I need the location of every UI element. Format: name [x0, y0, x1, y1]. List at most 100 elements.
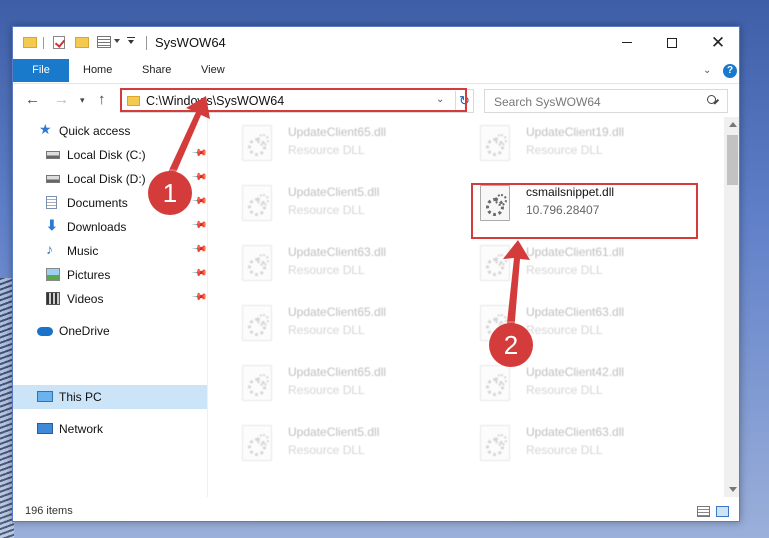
sidebar-item-label: Videos: [67, 292, 104, 306]
help-icon[interactable]: ?: [723, 64, 737, 78]
pin-icon[interactable]: 📌: [191, 265, 208, 282]
title-divider: [146, 36, 147, 50]
pane-divider: [207, 117, 208, 497]
sidebar-item-onedrive[interactable]: OneDrive: [13, 319, 207, 343]
close-button[interactable]: ✕: [695, 27, 739, 59]
tab-home[interactable]: Home: [83, 59, 112, 82]
file-item[interactable]: UpdateClient19.dll Resource DLL: [462, 117, 682, 177]
search-input[interactable]: Search SysWOW64: [484, 89, 728, 113]
dll-file-icon: [242, 365, 272, 401]
step-2-marker: 2: [489, 323, 533, 367]
search-icon[interactable]: [707, 95, 716, 104]
file-name: UpdateClient65.dll: [288, 305, 387, 319]
pin-icon[interactable]: 📌: [191, 169, 208, 186]
dll-file-icon: [480, 125, 510, 161]
file-description: Resource DLL: [526, 383, 603, 397]
star-icon: ★: [39, 121, 52, 137]
file-description: Resource DLL: [288, 383, 365, 397]
pictures-icon: [46, 268, 60, 281]
sidebar-item-this-pc[interactable]: This PC: [13, 385, 207, 409]
vertical-scrollbar[interactable]: [724, 117, 739, 497]
minimize-icon: [622, 42, 632, 44]
properties-icon[interactable]: [97, 36, 111, 48]
sidebar-item-label: Local Disk (D:): [67, 172, 146, 186]
sidebar-item-pictures[interactable]: Pictures 📌: [13, 263, 208, 287]
new-folder-icon[interactable]: [75, 37, 89, 48]
file-description: Resource DLL: [288, 143, 365, 157]
file-item[interactable]: UpdateClient63.dll Resource DLL: [462, 417, 682, 477]
explorer-window: SysWOW64 ✕ File Home Share View ⌄ ? ← → …: [12, 26, 740, 522]
dll-file-icon: [242, 245, 272, 281]
back-arrow-icon[interactable]: ←: [25, 91, 40, 108]
pin-icon[interactable]: 📌: [191, 241, 208, 258]
recent-locations-icon[interactable]: ▾: [80, 95, 85, 106]
maximize-button[interactable]: [649, 27, 695, 59]
tab-share[interactable]: Share: [142, 59, 171, 82]
sidebar-item-quick-access[interactable]: ★ Quick access: [13, 119, 207, 143]
cloud-icon: [37, 327, 53, 336]
file-name: UpdateClient65.dll: [288, 365, 387, 379]
computer-icon: [37, 391, 53, 402]
file-item[interactable]: UpdateClient5.dll Resource DLL: [224, 177, 444, 237]
file-item[interactable]: UpdateClient65.dll Resource DLL: [224, 357, 444, 417]
file-description: Resource DLL: [288, 263, 365, 277]
music-icon: ♪: [46, 241, 53, 257]
dll-file-icon: [242, 125, 272, 161]
pin-icon[interactable]: 📌: [191, 193, 208, 210]
dll-file-icon: [480, 425, 510, 461]
tab-view[interactable]: View: [201, 59, 225, 82]
file-item[interactable]: UpdateClient42.dll Resource DLL: [462, 357, 682, 417]
sidebar-item-label: Pictures: [67, 268, 111, 282]
address-highlight-box: [120, 88, 467, 112]
dll-file-icon: [242, 185, 272, 221]
sidebar-item-network[interactable]: Network: [13, 417, 207, 441]
sidebar-item-videos[interactable]: Videos 📌: [13, 287, 208, 311]
sidebar-item-label: Music: [67, 244, 99, 258]
scroll-up-icon[interactable]: [729, 122, 737, 127]
file-name: UpdateClient5.dll: [288, 425, 380, 439]
large-icons-view-icon[interactable]: [716, 506, 729, 517]
network-icon: [37, 423, 53, 434]
file-name: UpdateClient42.dll: [526, 365, 625, 379]
file-item[interactable]: UpdateClient65.dll Resource DLL: [224, 297, 444, 357]
sidebar-item-downloads[interactable]: ⬇ Downloads 📌: [13, 215, 208, 239]
file-name: UpdateClient19.dll: [526, 125, 625, 139]
title-bar: SysWOW64 ✕: [13, 27, 739, 59]
file-description: Resource DLL: [288, 203, 365, 217]
file-list: UpdateClient65.dll Resource DLL UpdateCl…: [218, 117, 724, 497]
pin-icon[interactable]: 📌: [191, 145, 208, 162]
minimize-button[interactable]: [604, 27, 650, 59]
file-description: Resource DLL: [526, 443, 603, 457]
properties-check-icon[interactable]: [53, 36, 65, 49]
file-name: UpdateClient63.dll: [288, 245, 387, 259]
scroll-down-icon[interactable]: [729, 487, 737, 492]
chevron-down-icon[interactable]: [114, 39, 120, 43]
window-title: SysWOW64: [155, 35, 226, 50]
file-name: UpdateClient63.dll: [526, 425, 625, 439]
dll-file-icon: [480, 245, 510, 281]
customize-toolbar-icon[interactable]: [127, 37, 135, 45]
file-description: Resource DLL: [526, 323, 603, 337]
file-item[interactable]: UpdateClient61.dll Resource DLL: [462, 237, 682, 297]
details-view-icon[interactable]: [697, 506, 710, 517]
navigation-bar: ← → ▾ ↑ C:\Windows\SysWOW64 ⌄ ↻ Search S…: [13, 83, 739, 117]
pin-icon[interactable]: 📌: [191, 289, 208, 306]
file-name: UpdateClient61.dll: [526, 245, 625, 259]
expand-ribbon-icon[interactable]: ⌄: [703, 65, 711, 76]
file-item[interactable]: UpdateClient63.dll Resource DLL: [224, 237, 444, 297]
sidebar-item-music[interactable]: ♪ Music 📌: [13, 239, 208, 263]
toolbar-divider: [43, 37, 44, 49]
status-bar: 196 items: [13, 501, 739, 521]
up-arrow-icon[interactable]: ↑: [98, 91, 106, 108]
sidebar-item-label: Local Disk (C:): [67, 148, 146, 162]
videos-icon: [46, 292, 60, 305]
file-name: UpdateClient63.dll: [526, 305, 625, 319]
tab-file[interactable]: File: [13, 59, 69, 82]
file-item[interactable]: UpdateClient5.dll Resource DLL: [224, 417, 444, 477]
file-item[interactable]: UpdateClient65.dll Resource DLL: [224, 117, 444, 177]
folder-icon[interactable]: [23, 37, 37, 48]
scroll-thumb[interactable]: [727, 135, 738, 185]
sidebar-item-local-disk-c[interactable]: Local Disk (C:) 📌: [13, 143, 208, 167]
pin-icon[interactable]: 📌: [191, 217, 208, 234]
forward-arrow-icon[interactable]: →: [54, 91, 69, 108]
